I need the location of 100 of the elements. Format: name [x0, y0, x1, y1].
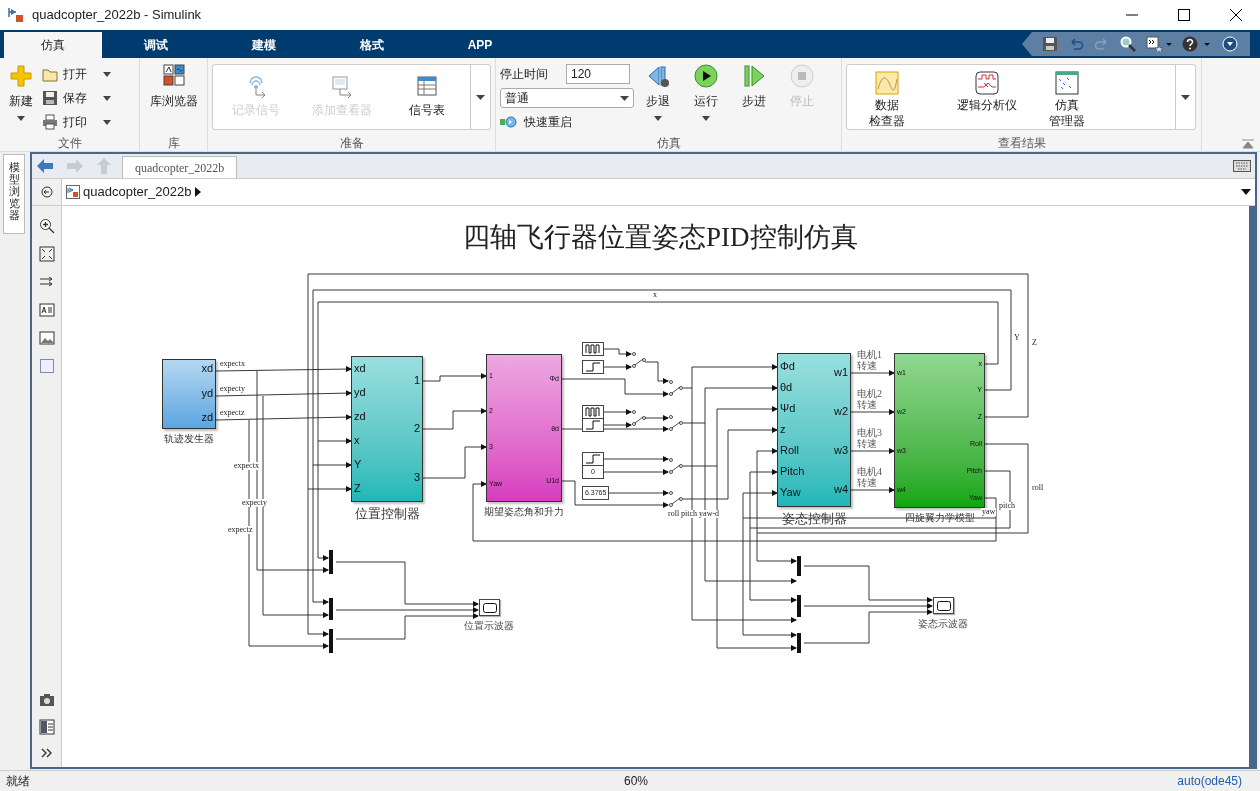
file-menu-item[interactable]: 打印: [42, 112, 111, 132]
subsystem-block[interactable]: [777, 353, 851, 507]
simulation-button[interactable]: 运行: [682, 64, 730, 121]
new-button[interactable]: 新建: [4, 64, 38, 121]
caret-icon: [620, 95, 629, 101]
step-block[interactable]: [582, 452, 604, 466]
keyboard-icon[interactable]: [1233, 160, 1251, 172]
dropdown-icon[interactable]: [1241, 189, 1251, 195]
port-label: xd: [201, 363, 213, 374]
caret-icon: [654, 116, 662, 121]
zoom-in-icon[interactable]: [38, 218, 55, 234]
ribbon-tab[interactable]: 建模: [210, 32, 318, 58]
help-icon[interactable]: [1182, 36, 1212, 52]
file-menu-item[interactable]: 保存: [42, 88, 111, 108]
run-icon: [694, 64, 718, 88]
caret-icon: [702, 116, 710, 121]
property-inspector-icon[interactable]: [38, 719, 55, 735]
block-name: 位置控制器: [354, 505, 420, 523]
step-back-icon: [646, 64, 670, 88]
step-wave-icon: [585, 420, 601, 430]
block-name: 姿态控制器: [781, 510, 847, 528]
subsystem-block[interactable]: [894, 353, 985, 508]
port-label: w2: [833, 406, 848, 417]
signal-label: 电机1转速: [857, 349, 883, 371]
ribbon-tab[interactable]: APP: [426, 32, 534, 58]
signal-label: yaw: [981, 508, 997, 516]
signal-label: pitch: [998, 502, 1016, 510]
collapse-toolstrip-icon[interactable]: [1242, 139, 1254, 149]
port-label: yd: [354, 387, 366, 398]
port-label: w4: [833, 484, 848, 495]
simulation-button[interactable]: 步退: [634, 64, 682, 121]
simulink-logo-icon: [8, 7, 24, 23]
expand-icon[interactable]: [40, 747, 53, 759]
block-name: 轨迹发生器: [164, 432, 214, 446]
signal-table-icon: [415, 75, 440, 99]
fast-restart-toggle[interactable]: 快速重启: [500, 112, 634, 132]
group-label: 仿真: [655, 135, 682, 151]
mode-dropdown[interactable]: 普通: [500, 88, 634, 108]
simulation-button[interactable]: 步进: [730, 64, 778, 110]
port-label: Pitch: [780, 466, 805, 477]
pulse-wave-icon: [585, 344, 601, 354]
port-label: 2: [413, 423, 420, 434]
hide-explorer-icon[interactable]: [40, 186, 53, 198]
review-button[interactable]: 数据 检查器: [847, 65, 927, 129]
step-block[interactable]: [582, 418, 604, 432]
subsystem-block[interactable]: [351, 356, 423, 502]
save-icon[interactable]: [1042, 36, 1058, 52]
group-label: 准备: [338, 135, 365, 151]
annotation-icon[interactable]: [38, 302, 55, 318]
maximize-icon[interactable]: [1178, 9, 1190, 21]
signal-label: expectz: [219, 409, 246, 417]
pulse-generator-block[interactable]: [582, 342, 604, 356]
image-icon[interactable]: [38, 330, 55, 346]
port-label: xd: [354, 363, 366, 374]
scope-block[interactable]: [933, 597, 954, 614]
block-name: 位置示波器: [464, 619, 514, 633]
port-label: Roll: [780, 445, 799, 456]
subsystem-block[interactable]: [486, 354, 562, 502]
review-button[interactable]: 仿真 管理器: [1027, 65, 1107, 129]
port-label: z: [780, 424, 786, 435]
subsystem-block[interactable]: [162, 359, 216, 429]
pulse-wave-icon: [585, 407, 601, 417]
file-menu-item[interactable]: 打开: [42, 64, 111, 84]
ribbon-tab[interactable]: 仿真: [4, 32, 102, 58]
signal-label: 电机3转速: [857, 427, 883, 449]
stop-icon: [790, 64, 814, 88]
window-title: quadcopter_2022b - Simulink: [32, 6, 202, 25]
ribbon-tab[interactable]: 调试: [102, 32, 210, 58]
signal-label: roll pitch yaw-d: [667, 510, 721, 518]
editor-tab[interactable]: quadcopter_2022b: [122, 156, 238, 178]
stop-time-field[interactable]: 120: [566, 64, 630, 84]
caret-icon: [476, 94, 485, 100]
menu-dropdown-icon[interactable]: [1222, 36, 1238, 52]
signal-label: roll: [1031, 484, 1045, 492]
prepare-button[interactable]: 信号表: [384, 65, 470, 129]
fit-view-icon[interactable]: [38, 246, 55, 262]
step-forward-icon: [742, 64, 766, 88]
area-icon[interactable]: [38, 358, 55, 374]
solver-link[interactable]: auto(ode45): [1177, 772, 1242, 790]
review-button[interactable]: 逻辑分析仪: [947, 65, 1027, 129]
scope-block[interactable]: [479, 599, 500, 616]
pulse-generator-block[interactable]: [582, 405, 604, 419]
status-text: 就绪: [6, 773, 31, 790]
step-block[interactable]: [582, 360, 604, 374]
search-icon[interactable]: [1120, 36, 1136, 52]
close-icon[interactable]: [1230, 9, 1242, 21]
library-browser-button[interactable]: 库浏览器: [144, 64, 203, 110]
signal-label: expectx: [233, 462, 260, 470]
camera-icon[interactable]: [38, 693, 55, 707]
shortcuts-icon[interactable]: [1146, 36, 1172, 52]
library-icon: [162, 64, 185, 86]
model-browser-tab[interactable]: 模型浏览器: [3, 154, 25, 234]
plus-icon: [9, 64, 33, 88]
caret-icon[interactable]: [195, 187, 202, 197]
model-icon: [66, 185, 80, 199]
breadcrumb[interactable]: quadcopter_2022b: [83, 182, 192, 202]
back-icon[interactable]: [36, 158, 54, 174]
caret-icon: [103, 95, 111, 101]
logic-analyzer-icon: [975, 71, 999, 95]
ribbon-tab[interactable]: 格式: [318, 32, 426, 58]
